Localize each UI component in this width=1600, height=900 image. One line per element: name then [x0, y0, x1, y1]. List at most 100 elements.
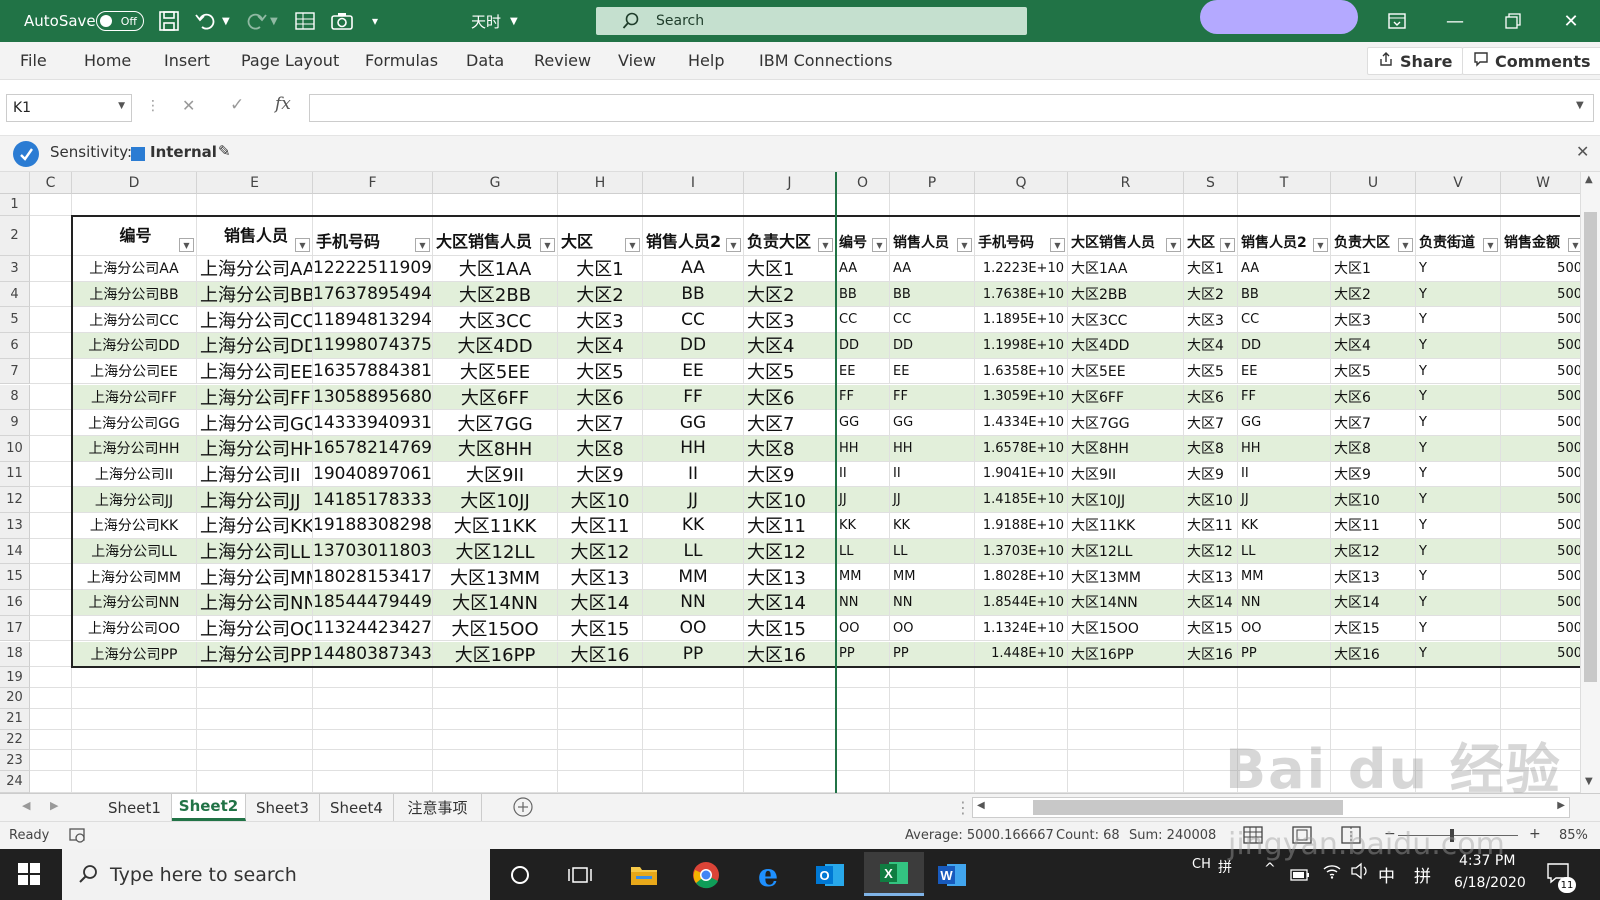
table-cell[interactable]: 上海分公司OO: [72, 615, 197, 642]
undo-icon[interactable]: [194, 0, 218, 42]
table-cell[interactable]: 大区11KK: [433, 513, 558, 539]
ime-mode-2[interactable]: 中: [1378, 862, 1395, 887]
grid-cell[interactable]: [558, 729, 643, 751]
share-button[interactable]: Share: [1367, 47, 1464, 75]
table-cell[interactable]: 上海分公司HH: [197, 435, 313, 462]
table-cell[interactable]: 11894813294: [313, 307, 433, 334]
table-cell[interactable]: 大区9: [1331, 461, 1416, 488]
table-cell[interactable]: Y: [1416, 281, 1501, 308]
table-cell[interactable]: 大区14NN: [433, 590, 558, 616]
table-cell[interactable]: 上海分公司FF: [72, 384, 197, 411]
table-cell[interactable]: 500: [1501, 435, 1580, 462]
table-header-cell[interactable]: 大区销售人员 ▼: [433, 216, 558, 256]
row-header[interactable]: 2: [0, 216, 30, 256]
excel-taskbar-icon[interactable]: X: [864, 852, 924, 896]
close-icon[interactable]: ✕: [1542, 0, 1600, 42]
grid-cell[interactable]: [30, 564, 72, 591]
task-view-icon[interactable]: [556, 856, 604, 894]
grid-cell[interactable]: [558, 771, 643, 793]
grid-cell[interactable]: [30, 194, 72, 216]
table-cell[interactable]: 大区4: [744, 333, 836, 359]
table-header-cell[interactable]: 销售人员 ▼: [197, 216, 313, 256]
restore-icon[interactable]: [1484, 0, 1542, 42]
table-cell[interactable]: 上海分公司NN: [197, 590, 313, 616]
table-cell[interactable]: 1.6358E+10: [975, 358, 1068, 385]
table-cell[interactable]: 1.8028E+10: [975, 564, 1068, 591]
table-cell[interactable]: 500: [1501, 513, 1580, 539]
menu-page-layout[interactable]: Page Layout: [241, 51, 339, 70]
grid-cell[interactable]: [197, 729, 313, 751]
table-cell[interactable]: 大区8: [1331, 435, 1416, 462]
table-cell[interactable]: Y: [1416, 487, 1501, 513]
table-cell[interactable]: 大区14: [744, 590, 836, 616]
table-cell[interactable]: 500: [1501, 641, 1580, 668]
grid-cell[interactable]: [30, 216, 72, 256]
table-cell[interactable]: 大区2BB: [433, 281, 558, 308]
grid-cell[interactable]: [197, 667, 313, 688]
table-cell[interactable]: 大区5: [558, 358, 643, 385]
table-cell[interactable]: 大区6FF: [433, 384, 558, 411]
cortana-icon[interactable]: [496, 856, 544, 894]
table-header-cell[interactable]: 大区 ▼: [558, 216, 643, 256]
grid-cell[interactable]: [30, 641, 72, 668]
table-cell[interactable]: 大区2BB: [1068, 281, 1184, 308]
grid-cell[interactable]: [643, 750, 744, 772]
row-header[interactable]: 15: [0, 564, 30, 591]
grid-cell[interactable]: [744, 750, 836, 772]
filter-dropdown-icon[interactable]: ▼: [1050, 238, 1065, 252]
table-header-cell[interactable]: 手机号码 ▼: [313, 216, 433, 256]
table-cell[interactable]: KK: [643, 513, 744, 539]
table-cell[interactable]: GG: [643, 410, 744, 436]
grid-cell[interactable]: [433, 750, 558, 772]
column-header[interactable]: F: [313, 172, 433, 194]
table-cell[interactable]: 1.6578E+10: [975, 435, 1068, 462]
table-cell[interactable]: 1.3703E+10: [975, 538, 1068, 565]
grid-cell[interactable]: [890, 750, 975, 772]
grid-cell[interactable]: [30, 410, 72, 436]
show-hidden-icons[interactable]: ^: [1264, 861, 1276, 877]
minimize-icon[interactable]: —: [1426, 0, 1484, 42]
table-cell[interactable]: Y: [1416, 256, 1501, 282]
column-header[interactable]: E: [197, 172, 313, 194]
grid-cell[interactable]: [1068, 708, 1184, 730]
close-sensitivity-icon[interactable]: ✕: [1576, 142, 1589, 161]
table-cell[interactable]: II: [1238, 461, 1331, 488]
table-cell[interactable]: 14333940931: [313, 410, 433, 436]
row-header[interactable]: 14: [0, 538, 30, 565]
grid-cell[interactable]: [313, 771, 433, 793]
table-cell[interactable]: 大区12: [744, 538, 836, 565]
grid-cell[interactable]: [744, 729, 836, 751]
table-cell[interactable]: 大区15: [1331, 615, 1416, 642]
table-cell[interactable]: 大区9: [744, 461, 836, 488]
word-icon[interactable]: W: [928, 856, 976, 894]
prev-sheet-icon[interactable]: ◀: [22, 799, 30, 812]
table-cell[interactable]: NN: [1238, 590, 1331, 616]
table-cell[interactable]: 大区9: [1184, 461, 1238, 488]
insert-function-icon[interactable]: fx: [275, 94, 291, 114]
table-cell[interactable]: Y: [1416, 333, 1501, 359]
grid-cell[interactable]: [836, 729, 890, 751]
grid-cell[interactable]: [558, 688, 643, 709]
table-cell[interactable]: CC: [890, 307, 975, 334]
grid-cell[interactable]: [30, 708, 72, 730]
table-cell[interactable]: 上海分公司II: [72, 461, 197, 488]
table-cell[interactable]: 大区8: [558, 435, 643, 462]
column-header[interactable]: P: [890, 172, 975, 194]
table-cell[interactable]: 19188308298: [313, 513, 433, 539]
table-cell[interactable]: 大区15OO: [1068, 615, 1184, 642]
table-cell[interactable]: 18028153417: [313, 564, 433, 591]
table-cell[interactable]: 大区6: [1184, 384, 1238, 411]
table-cell[interactable]: 大区11: [1331, 513, 1416, 539]
table-cell[interactable]: OO: [1238, 615, 1331, 642]
table-cell[interactable]: 大区5: [1331, 358, 1416, 385]
table-cell[interactable]: 大区13: [1331, 564, 1416, 591]
grid-cell[interactable]: [1068, 194, 1184, 216]
account-avatar[interactable]: [1200, 0, 1358, 34]
table-cell[interactable]: 大区4: [1184, 333, 1238, 359]
file-explorer-icon[interactable]: [620, 856, 668, 894]
grid-cell[interactable]: [72, 729, 197, 751]
ribbon-display-icon[interactable]: [1368, 0, 1426, 42]
table-cell[interactable]: 1.3059E+10: [975, 384, 1068, 411]
grid-cell[interactable]: [1068, 771, 1184, 793]
row-header[interactable]: 8: [0, 384, 30, 411]
